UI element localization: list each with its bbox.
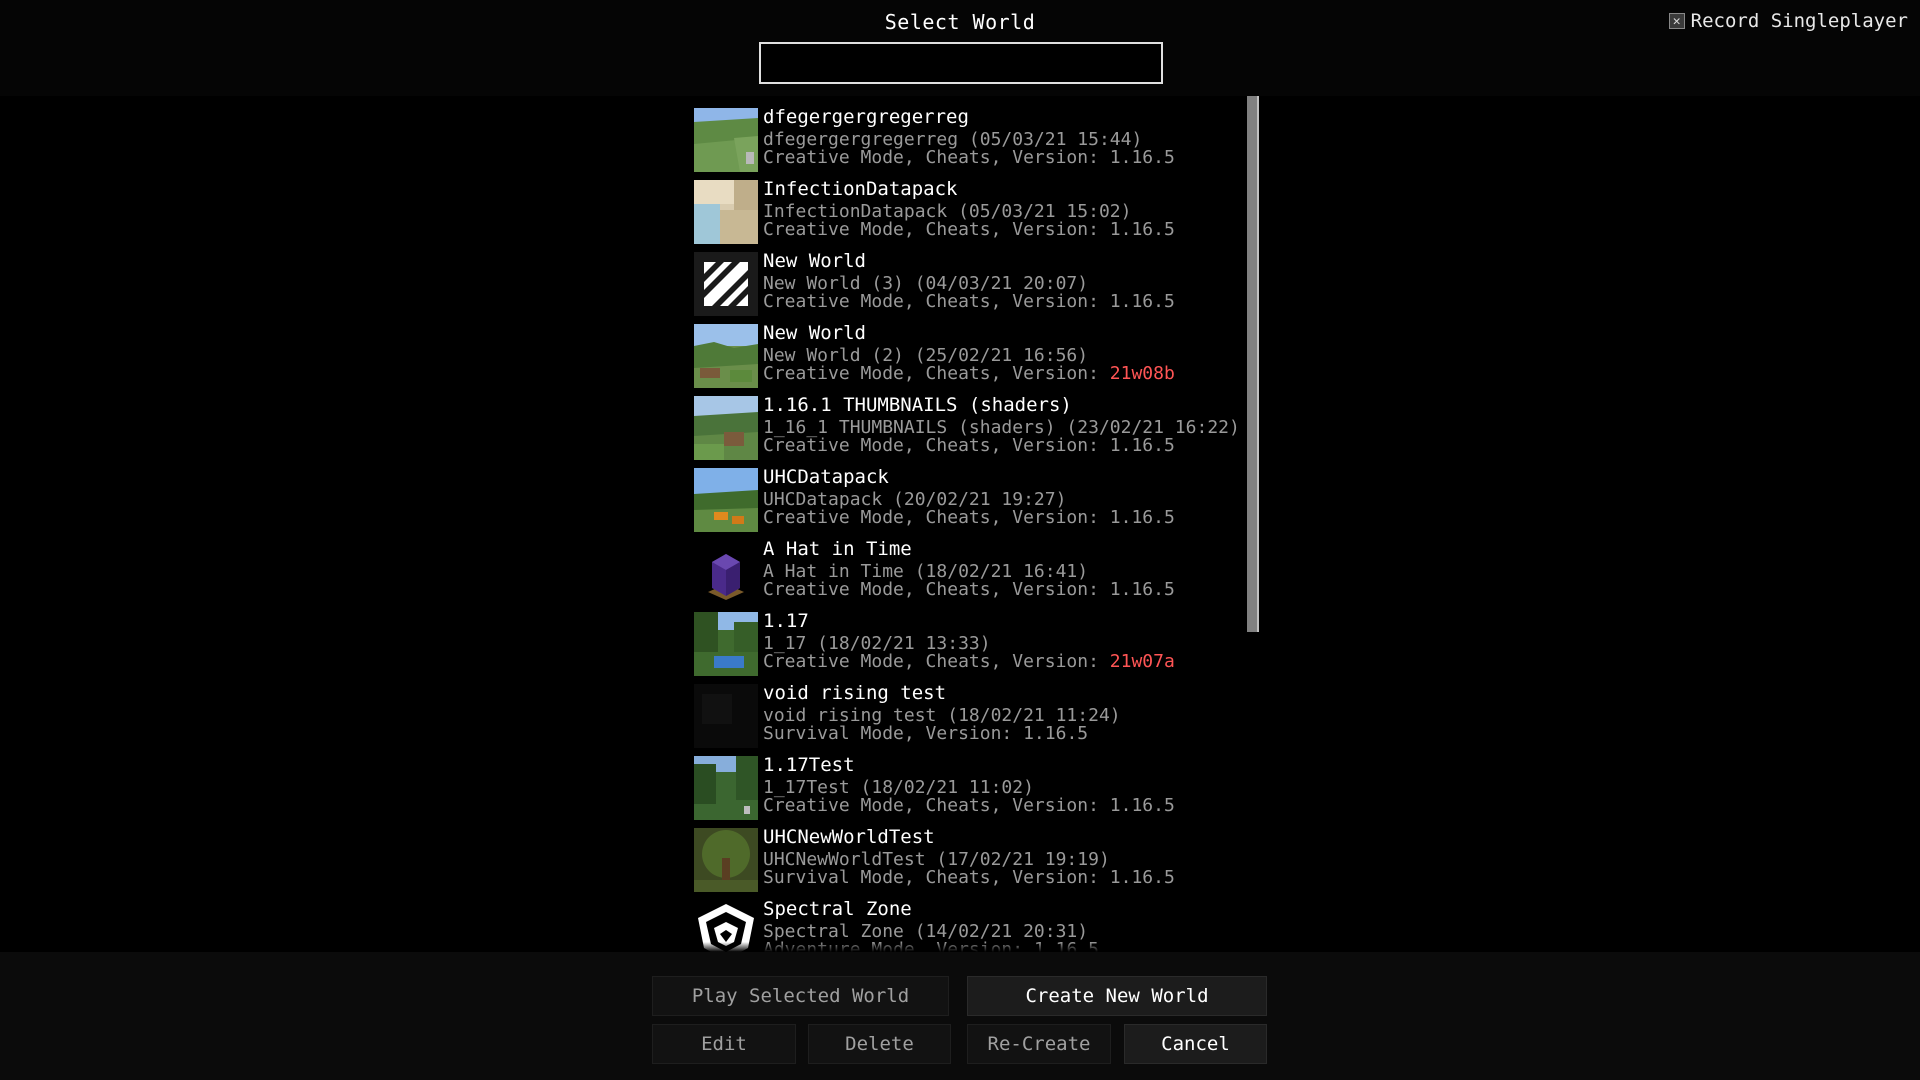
- world-name: 1.17Test: [763, 754, 855, 776]
- shader-hills-thumbnail: [694, 396, 758, 460]
- create-new-world-button[interactable]: Create New World: [967, 976, 1267, 1016]
- world-mode-text: Creative Mode, Cheats, Version:: [763, 579, 1110, 600]
- world-list-item[interactable]: New World New World (3) (04/03/21 20:07) C…: [692, 244, 1252, 316]
- world-info: Survival Mode, Version: 1.16.5: [763, 723, 1088, 744]
- world-name: UHCDatapack: [763, 466, 889, 488]
- re-create-button[interactable]: Re-Create: [967, 1024, 1111, 1064]
- world-mode-text: Survival Mode, Version:: [763, 723, 1024, 744]
- world-list-item[interactable]: 1.16.1 THUMBNAILS (shaders) 1_16_1 THUMBN…: [692, 388, 1252, 460]
- world-name: dfegergergregerreg: [763, 106, 969, 128]
- play-selected-world-button[interactable]: Play Selected World: [652, 976, 949, 1016]
- world-mode-text: Creative Mode, Cheats, Version:: [763, 795, 1110, 816]
- world-name: Spectral Zone: [763, 898, 912, 920]
- world-list-item[interactable]: New World New World (2) (25/02/21 16:56) C…: [692, 316, 1252, 388]
- world-info: Creative Mode, Cheats, Version: 21w08b: [763, 363, 1175, 384]
- world-name: InfectionDatapack: [763, 178, 958, 200]
- sandstone-thumbnail: [694, 180, 758, 244]
- search-input[interactable]: [759, 42, 1163, 84]
- world-info: Survival Mode, Cheats, Version: 1.16.5: [763, 867, 1175, 888]
- world-version: 1.16.5: [1109, 507, 1175, 528]
- world-version: 1.16.5: [1109, 291, 1175, 312]
- world-name: 1.17: [763, 610, 809, 632]
- world-list-item[interactable]: dfegergergregerreg dfegergergregerreg (05…: [692, 100, 1252, 172]
- tree-thumbnail: [694, 828, 758, 892]
- hills-thumbnail: [694, 324, 758, 388]
- world-version: 1.16.5: [1023, 723, 1089, 744]
- purple-hat-thumbnail: [694, 540, 758, 604]
- world-mode-text: Creative Mode, Cheats, Version:: [763, 507, 1110, 528]
- world-version: 1.16.5: [1109, 867, 1175, 888]
- world-mode-text: Survival Mode, Cheats, Version:: [763, 867, 1110, 888]
- world-version: 1.16.5: [1109, 219, 1175, 240]
- world-name: New World: [763, 322, 866, 344]
- world-mode-text: Creative Mode, Cheats, Version:: [763, 219, 1110, 240]
- scrollbar-thumb[interactable]: [1247, 96, 1259, 632]
- world-version: 1.16.5: [1109, 795, 1175, 816]
- world-list-item[interactable]: 1.17Test 1_17Test (18/02/21 11:02) Creativ…: [692, 748, 1252, 820]
- record-singleplayer-toggle[interactable]: ✕ Record Singleplayer: [1668, 10, 1908, 32]
- world-name: New World: [763, 250, 866, 272]
- world-list-item[interactable]: 1.17 1_17 (18/02/21 13:33) Creative Mode, …: [692, 604, 1252, 676]
- world-list-item[interactable]: UHCNewWorldTest UHCNewWorldTest (17/02/21…: [692, 820, 1252, 892]
- checkbox-icon[interactable]: ✕: [1668, 13, 1685, 29]
- world-list-item[interactable]: InfectionDatapack InfectionDatapack (05/0…: [692, 172, 1252, 244]
- edit-button[interactable]: Edit: [652, 1024, 796, 1064]
- world-version: 1.16.5: [1109, 147, 1175, 168]
- world-mode-text: Creative Mode, Cheats, Version:: [763, 435, 1110, 456]
- world-info: Creative Mode, Cheats, Version: 1.16.5: [763, 291, 1175, 312]
- grass-field-thumbnail: [694, 108, 758, 172]
- dark-void-thumbnail: [694, 684, 758, 748]
- world-list-item[interactable]: UHCDatapack UHCDatapack (20/02/21 19:27) C…: [692, 460, 1252, 532]
- world-info: Creative Mode, Cheats, Version: 1.16.5: [763, 795, 1175, 816]
- world-list[interactable]: dfegergergregerreg dfegergergregerreg (05…: [0, 96, 1920, 952]
- page-title: Select World: [884, 10, 1036, 34]
- world-mode-text: Creative Mode, Cheats, Version:: [763, 651, 1110, 672]
- world-info: Creative Mode, Cheats, Version: 1.16.5: [763, 147, 1175, 168]
- world-info: Creative Mode, Cheats, Version: 1.16.5: [763, 507, 1175, 528]
- world-mode-text: Creative Mode, Cheats, Version:: [763, 147, 1110, 168]
- world-info: Creative Mode, Cheats, Version: 21w07a: [763, 651, 1175, 672]
- world-list-item[interactable]: void rising test void rising test (18/02/…: [692, 676, 1252, 748]
- cancel-button[interactable]: Cancel: [1124, 1024, 1267, 1064]
- footer-bar: [0, 952, 1920, 1080]
- world-mode-text: Creative Mode, Cheats, Version:: [763, 291, 1110, 312]
- world-mode-text: Creative Mode, Cheats, Version:: [763, 363, 1110, 384]
- record-singleplayer-label: Record Singleplayer: [1690, 10, 1908, 32]
- world-info: Creative Mode, Cheats, Version: 1.16.5: [763, 219, 1175, 240]
- forest-thumbnail: [694, 756, 758, 820]
- world-info: Creative Mode, Cheats, Version: 1.16.5: [763, 579, 1175, 600]
- world-name: void rising test: [763, 682, 947, 704]
- world-version: 21w07a: [1109, 651, 1175, 672]
- delete-button[interactable]: Delete: [808, 1024, 951, 1064]
- list-bottom-fade: [692, 942, 1252, 952]
- world-version: 1.16.5: [1109, 435, 1175, 456]
- world-name: UHCNewWorldTest: [763, 826, 935, 848]
- striped-icon-thumbnail: [694, 252, 758, 316]
- world-info: Creative Mode, Cheats, Version: 1.16.5: [763, 435, 1175, 456]
- world-version: 1.16.5: [1109, 579, 1175, 600]
- world-name: A Hat in Time: [763, 538, 912, 560]
- forest-water-thumbnail: [694, 612, 758, 676]
- world-version: 21w08b: [1109, 363, 1175, 384]
- world-list-item[interactable]: A Hat in Time A Hat in Time (18/02/21 16:…: [692, 532, 1252, 604]
- pumpkin-field-thumbnail: [694, 468, 758, 532]
- world-name: 1.16.1 THUMBNAILS (shaders): [763, 394, 1072, 416]
